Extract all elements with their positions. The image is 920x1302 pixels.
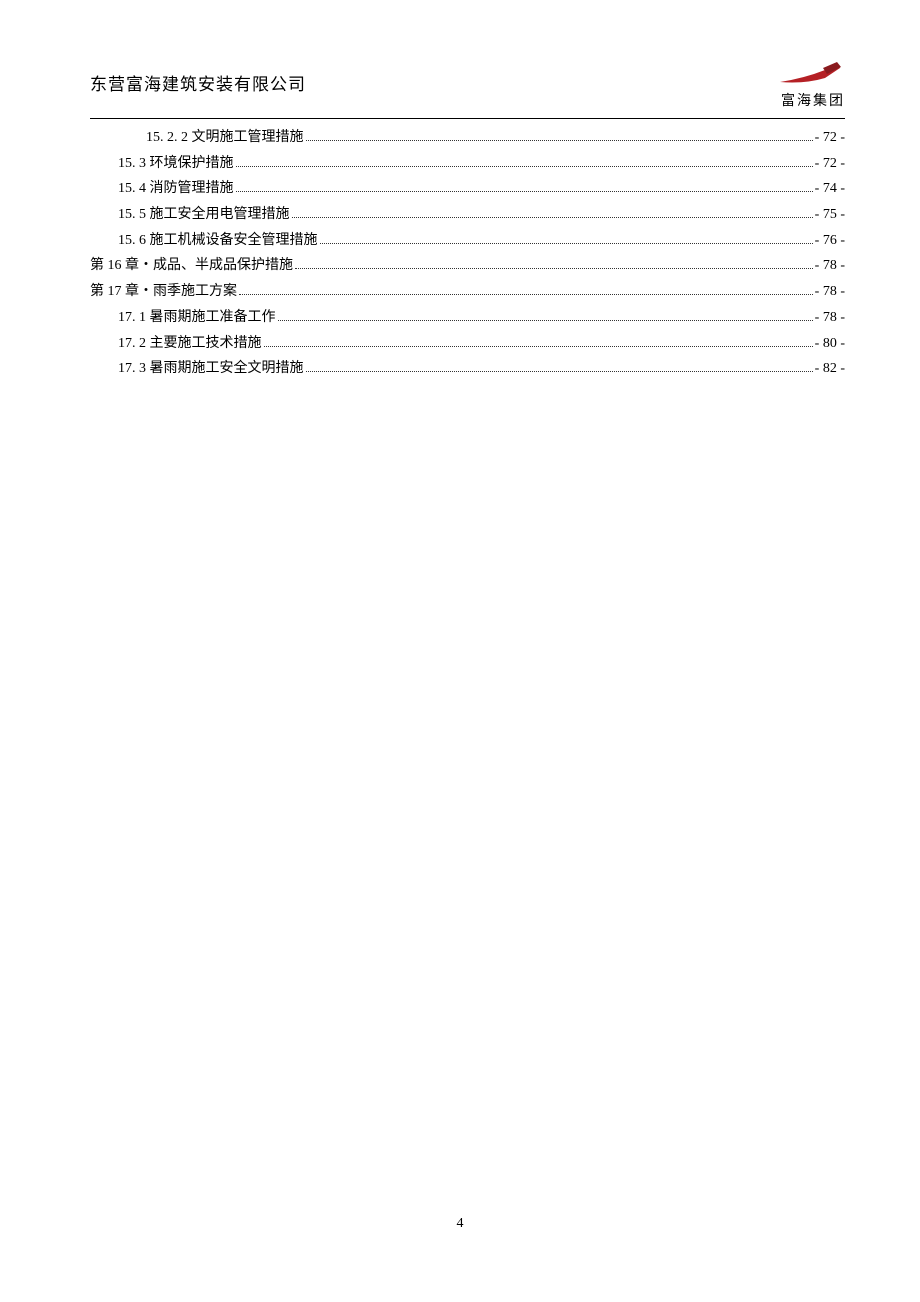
toc-leader-dots bbox=[236, 191, 813, 192]
table-of-contents: 15. 2. 2 文明施工管理措施 - 72 - 15. 3 环境保护措施 - 72 … bbox=[90, 127, 845, 380]
toc-leader-dots bbox=[278, 320, 813, 321]
toc-leader-dots bbox=[292, 217, 813, 218]
toc-leader-dots bbox=[264, 346, 813, 347]
page-number: 4 bbox=[457, 1216, 464, 1232]
document-header: 东营富海建筑安装有限公司 富海集团 bbox=[90, 60, 845, 110]
toc-leader-dots bbox=[295, 268, 813, 269]
toc-entry: 17. 2 主要施工技术措施 - 80 - bbox=[90, 333, 845, 355]
toc-entry-label: 15. 4 消防管理措施 bbox=[118, 178, 234, 200]
company-logo-icon bbox=[775, 60, 845, 88]
toc-leader-dots bbox=[239, 294, 813, 295]
logo-area: 富海集团 bbox=[775, 60, 845, 110]
toc-entry-page: - 78 - bbox=[815, 307, 845, 329]
toc-entry-page: - 74 - bbox=[815, 178, 845, 200]
toc-entry-page: - 80 - bbox=[815, 333, 845, 355]
toc-entry-page: - 75 - bbox=[815, 204, 845, 226]
toc-leader-dots bbox=[236, 166, 813, 167]
toc-leader-dots bbox=[306, 371, 813, 372]
toc-entry-label: 第 16 章・成品、半成品保护措施 bbox=[90, 255, 293, 277]
toc-entry-page: - 72 - bbox=[815, 153, 845, 175]
toc-entry-label: 17. 2 主要施工技术措施 bbox=[118, 333, 262, 355]
toc-entry: 17. 1 暑雨期施工准备工作 - 78 - bbox=[90, 307, 845, 329]
company-name: 东营富海建筑安装有限公司 bbox=[90, 60, 306, 95]
toc-entry-page: - 82 - bbox=[815, 358, 845, 380]
toc-entry-page: - 72 - bbox=[815, 127, 845, 149]
toc-entry-label: 15. 6 施工机械设备安全管理措施 bbox=[118, 230, 318, 252]
toc-entry-page: - 76 - bbox=[815, 230, 845, 252]
header-divider bbox=[90, 118, 845, 119]
toc-entry-label: 第 17 章・雨季施工方案 bbox=[90, 281, 237, 303]
toc-entry: 第 16 章・成品、半成品保护措施 - 78 - bbox=[90, 255, 845, 277]
toc-entry-page: - 78 - bbox=[815, 281, 845, 303]
logo-text: 富海集团 bbox=[775, 90, 845, 110]
toc-entry-label: 15. 3 环境保护措施 bbox=[118, 153, 234, 175]
toc-entry: 15. 2. 2 文明施工管理措施 - 72 - bbox=[90, 127, 845, 149]
toc-entry-label: 15. 2. 2 文明施工管理措施 bbox=[146, 127, 304, 149]
toc-entry-label: 15. 5 施工安全用电管理措施 bbox=[118, 204, 290, 226]
toc-entry: 15. 6 施工机械设备安全管理措施 - 76 - bbox=[90, 230, 845, 252]
toc-entry: 15. 4 消防管理措施 - 74 - bbox=[90, 178, 845, 200]
toc-entry-page: - 78 - bbox=[815, 255, 845, 277]
toc-entry: 第 17 章・雨季施工方案 - 78 - bbox=[90, 281, 845, 303]
toc-entry: 15. 3 环境保护措施 - 72 - bbox=[90, 153, 845, 175]
toc-entry-label: 17. 1 暑雨期施工准备工作 bbox=[118, 307, 276, 329]
toc-leader-dots bbox=[320, 243, 813, 244]
toc-entry: 15. 5 施工安全用电管理措施 - 75 - bbox=[90, 204, 845, 226]
toc-entry-label: 17. 3 暑雨期施工安全文明措施 bbox=[118, 358, 304, 380]
toc-entry: 17. 3 暑雨期施工安全文明措施 - 82 - bbox=[90, 358, 845, 380]
toc-leader-dots bbox=[306, 140, 813, 141]
